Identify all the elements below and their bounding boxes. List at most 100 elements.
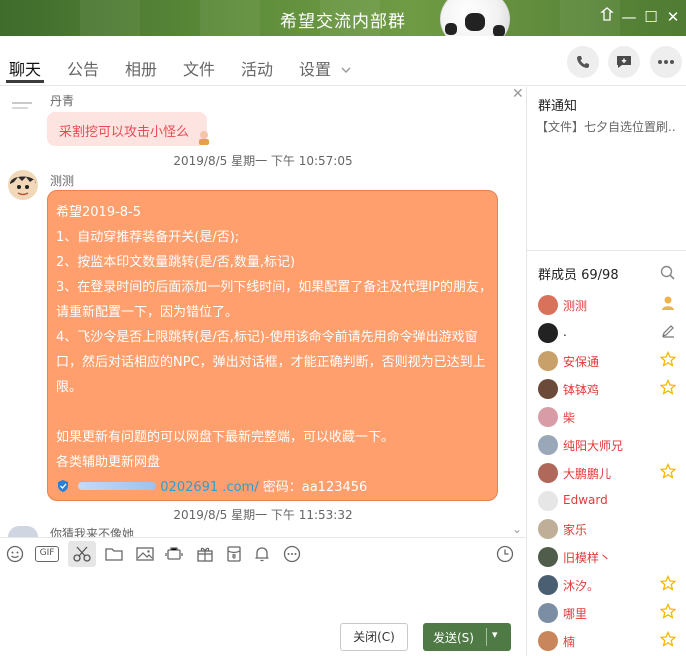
member-list-item[interactable]: 纯阳大师兄 <box>527 431 686 459</box>
member-avatar[interactable] <box>538 547 558 567</box>
message-line: 限。 <box>56 380 83 395</box>
image-icon[interactable] <box>135 545 155 565</box>
message-icon <box>617 56 631 68</box>
star-icon <box>659 630 677 649</box>
member-avatar[interactable] <box>538 491 558 511</box>
member-name[interactable]: 纯阳大师兄 <box>563 437 623 454</box>
member-avatar[interactable] <box>538 435 558 455</box>
member-name[interactable]: 安保通 <box>563 353 599 370</box>
member-avatar[interactable] <box>538 407 558 427</box>
netdisk-link[interactable]: 0202691 .com/ <box>160 480 258 495</box>
tab-activity[interactable]: 活动 <box>241 56 273 80</box>
member-list-item[interactable]: 家乐 <box>527 515 686 543</box>
sender-name[interactable]: 你猜我来不像她 <box>50 524 134 537</box>
member-list-item[interactable]: 沐汐。 <box>527 571 686 599</box>
member-name[interactable]: 大鹏鹏儿 <box>563 465 611 482</box>
emoji-icon[interactable] <box>6 545 26 565</box>
star-icon <box>659 378 677 397</box>
chevron-down-icon[interactable]: ▾ <box>492 628 498 641</box>
tab-chat[interactable]: 聊天 <box>9 56 41 80</box>
sender-name[interactable]: 测测 <box>50 172 74 189</box>
sender-name[interactable]: 丹青 <box>50 92 74 109</box>
group-message-button[interactable] <box>608 46 640 78</box>
active-tab-indicator <box>6 80 44 83</box>
member-name[interactable]: 沐汐。 <box>563 577 599 594</box>
tab-album[interactable]: 相册 <box>125 56 157 80</box>
chevron-down-icon <box>341 67 351 73</box>
message-timestamp: 2019/8/5 星期一 下午 10:57:05 <box>173 154 353 168</box>
message-bubble[interactable]: 希望2019-8-5 1、自动穿推荐装备开关(是/否); 2、按监本印文数量跳转… <box>47 190 498 501</box>
redpacket-icon[interactable] <box>225 545 245 565</box>
group-notice-text[interactable]: 【文件】七夕自选位置刷... <box>536 118 676 135</box>
member-avatar[interactable] <box>538 603 558 623</box>
folder-icon[interactable] <box>104 545 124 565</box>
maximize-button[interactable]: ☐ <box>640 6 662 28</box>
more-options-button[interactable] <box>650 46 682 78</box>
member-list-item[interactable]: . <box>527 319 686 347</box>
member-avatar[interactable] <box>538 295 558 315</box>
edit-icon[interactable] <box>659 323 677 341</box>
member-avatar[interactable] <box>538 575 558 595</box>
member-avatar[interactable] <box>538 463 558 483</box>
send-divider <box>486 628 487 646</box>
avatar[interactable] <box>10 96 34 114</box>
member-name[interactable]: . <box>563 325 567 339</box>
member-name[interactable]: 柴 <box>563 409 575 426</box>
send-button-label: 发送(S) <box>433 631 474 645</box>
member-avatar[interactable] <box>538 631 558 651</box>
member-list-item[interactable]: 测测 <box>527 291 686 319</box>
member-list-item[interactable]: 钵钵鸡 <box>527 375 686 403</box>
message-input[interactable] <box>0 569 526 617</box>
star-icon <box>659 574 677 593</box>
member-list-item[interactable]: Edward <box>527 487 686 515</box>
avatar[interactable] <box>8 170 38 200</box>
group-notice-title: 群通知 <box>538 99 578 114</box>
tab-files[interactable]: 文件 <box>183 56 215 80</box>
minimize-button[interactable]: — <box>618 6 640 28</box>
blurred-link-prefix <box>78 482 157 490</box>
gift-icon[interactable] <box>195 545 215 565</box>
member-name[interactable]: 测测 <box>563 297 587 314</box>
password-text: 密码：aa123456 <box>262 480 368 495</box>
bell-icon[interactable] <box>253 545 273 565</box>
member-list-item[interactable]: 大鹏鹏儿 <box>527 459 686 487</box>
phone-call-button[interactable] <box>567 46 599 78</box>
member-list-item[interactable]: 安保通 <box>527 347 686 375</box>
member-name[interactable]: 家乐 <box>563 521 587 538</box>
member-name[interactable]: 旧模样丶 <box>563 549 611 566</box>
member-list-item[interactable]: 柴 <box>527 403 686 431</box>
close-window-button[interactable]: ✕ <box>662 6 684 28</box>
member-avatar[interactable] <box>538 519 558 539</box>
tab-announcement[interactable]: 公告 <box>67 56 99 80</box>
member-list-item[interactable]: 旧模样丶 <box>527 543 686 571</box>
message-bubble[interactable]: 采割挖可以攻击小怪么 <box>47 112 207 146</box>
member-avatar[interactable] <box>538 379 558 399</box>
member-name[interactable]: 哪里 <box>563 605 587 622</box>
search-icon[interactable] <box>660 265 676 285</box>
close-icon[interactable]: ✕ <box>512 86 524 102</box>
collapse-icon[interactable]: ⌄ <box>512 522 522 536</box>
message-line: 希望2019-8-5 <box>56 205 142 220</box>
screenshot-icon[interactable] <box>72 545 92 565</box>
message-line: 3、在登录时间的后面添加一列下线时间，如果配置了备注及代理IP的朋友， <box>56 280 492 295</box>
phone-icon <box>577 56 589 68</box>
owner-icon <box>659 295 677 313</box>
avatar[interactable] <box>8 526 38 537</box>
member-avatar[interactable] <box>538 323 558 343</box>
more-dots-icon[interactable] <box>283 545 303 565</box>
close-chat-button[interactable]: 关闭(C) <box>340 623 408 651</box>
tab-settings[interactable]: 设置 <box>299 56 352 80</box>
member-list-item[interactable]: 楠 <box>527 627 686 655</box>
member-list-item[interactable]: 哪里 <box>527 599 686 627</box>
shake-icon[interactable] <box>164 545 184 565</box>
send-button[interactable]: 发送(S) ▾ <box>423 623 511 651</box>
skin-icon[interactable] <box>596 6 618 28</box>
member-name[interactable]: 钵钵鸡 <box>563 381 599 398</box>
shield-icon <box>58 480 68 492</box>
message-line: 请重新配置一下，因为错位了。 <box>56 305 239 320</box>
member-name[interactable]: Edward <box>563 493 608 507</box>
history-icon[interactable] <box>496 545 516 565</box>
gif-icon[interactable]: GIF <box>35 545 59 565</box>
member-avatar[interactable] <box>538 351 558 371</box>
member-name[interactable]: 楠 <box>563 633 575 650</box>
